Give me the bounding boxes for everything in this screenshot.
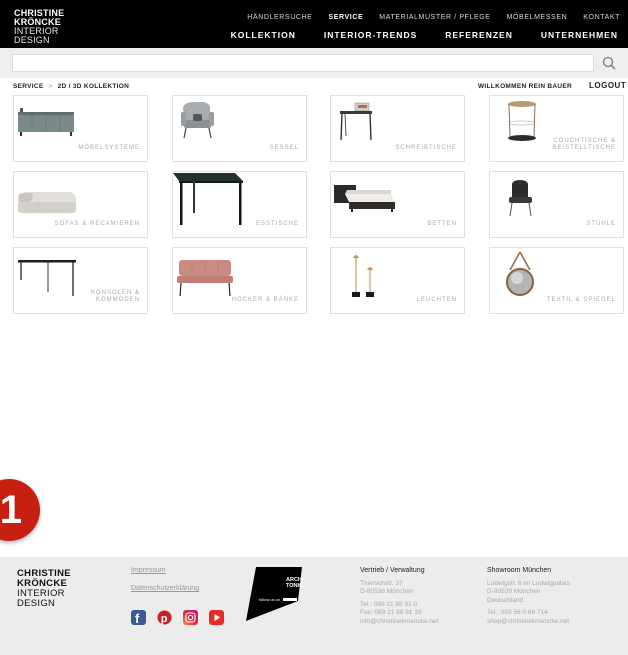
showroom-title: Showroom München xyxy=(487,567,552,574)
footer-links: Impressum Datenschutzerklärung xyxy=(131,567,199,603)
pinterest-icon[interactable]: p xyxy=(157,610,172,625)
tile-label: SCHREIBTISCHE xyxy=(395,145,457,151)
top-navigation: HÄNDLERSUCHE SERVICE MATERIALMUSTER / PF… xyxy=(247,14,620,21)
facebook-icon[interactable]: f xyxy=(131,610,146,626)
search-bar xyxy=(0,48,628,78)
side-table-icon xyxy=(508,101,536,141)
chair-icon xyxy=(509,180,532,217)
footer-showroom: Showroom München Ludwigstr. 6 im Ludwigp… xyxy=(487,567,570,627)
sideboard-icon xyxy=(18,108,74,136)
lamp-icon xyxy=(352,255,374,297)
welcome-text: WILLKOMMEN REIN BAUER xyxy=(478,83,573,90)
nav-item-kollektion[interactable]: KOLLEKTION xyxy=(231,30,296,40)
svg-text:p: p xyxy=(161,613,168,625)
vertrieb-fax: Fax: 089 21 88 91 19 xyxy=(360,609,422,617)
tile-label: MÖBELSYSTEME xyxy=(78,145,140,151)
category-tile-sessel[interactable]: SESSEL xyxy=(172,95,307,162)
armchair-icon xyxy=(181,102,214,139)
vertrieb-email[interactable]: info@christinekroencke.net xyxy=(360,618,439,627)
breadcrumb-separator: > xyxy=(48,83,53,90)
tile-label: COUCHTISCHE & BEISTELLTISCHE xyxy=(552,138,616,151)
bench-icon xyxy=(177,260,233,297)
nav-item-materialmuster[interactable]: MATERIALMUSTER / PFLEGE xyxy=(379,14,490,21)
archi-tonic-logo: ARCHI TONIC follow us on xyxy=(246,567,304,621)
breadcrumb: SERVICE > 2D / 3D KOLLEKTION xyxy=(13,83,129,90)
logo-line: DESIGN xyxy=(14,35,50,45)
svg-text:f: f xyxy=(135,611,140,625)
tile-label: TEXTIL & SPIEGEL xyxy=(546,297,616,303)
main-navigation: KOLLEKTION INTERIOR-TRENDS REFERENZEN UN… xyxy=(231,30,618,40)
desk-icon xyxy=(340,102,372,141)
showroom-city: D-80539 München xyxy=(487,588,541,596)
footer-vertrieb: Vertrieb / Verwaltung Thierschstr. 37 D-… xyxy=(360,567,439,627)
site-header: CHRISTINE KRÖNCKE INTERIOR DESIGN HÄNDLE… xyxy=(0,0,628,48)
search-button[interactable] xyxy=(598,54,622,72)
site-footer: CHRISTINE KRÖNCKE INTERIOR DESIGN Impres… xyxy=(0,557,628,655)
showroom-email[interactable]: shop@christinekroencke.net xyxy=(487,618,570,627)
vertrieb-title: Vertrieb / Verwaltung xyxy=(360,567,425,574)
nav-item-service[interactable]: SERVICE xyxy=(328,14,363,21)
tile-label: SESSEL xyxy=(269,145,299,151)
category-tile-stuehle[interactable]: STÜHLE xyxy=(489,171,624,238)
dining-table-icon xyxy=(173,173,243,225)
nav-item-unternehmen[interactable]: UNTERNEHMEN xyxy=(541,30,618,40)
tile-label: HOCKER & BÄNKE xyxy=(231,297,299,303)
tile-label: ESSTISCHE xyxy=(255,221,299,227)
category-tile-moebelsysteme[interactable]: MÖBELSYSTEME xyxy=(13,95,148,162)
nav-item-haendlersuche[interactable]: HÄNDLERSUCHE xyxy=(247,14,312,21)
footer-logo[interactable]: CHRISTINE KRÖNCKE INTERIOR DESIGN xyxy=(17,569,71,609)
category-tile-textil[interactable]: TEXTIL & SPIEGEL xyxy=(489,247,624,314)
console-icon xyxy=(18,260,76,296)
breadcrumb-item-service[interactable]: SERVICE xyxy=(13,83,44,90)
tile-label: KONSOLEN & KOMMODEN xyxy=(90,290,140,303)
bed-icon xyxy=(334,185,395,212)
vertrieb-phone[interactable]: Tel.: 089 21 88 91 0 xyxy=(360,601,439,610)
tile-label: SOFAS & RECAMIEREN xyxy=(54,221,140,227)
tile-label: STÜHLE xyxy=(586,221,616,227)
nav-item-referenzen[interactable]: REFERENZEN xyxy=(445,30,513,40)
nav-item-interior-trends[interactable]: INTERIOR-TRENDS xyxy=(324,30,417,40)
vertrieb-street: Thierschstr. 37 xyxy=(360,579,403,587)
brand-logo[interactable]: CHRISTINE KRÖNCKE INTERIOR DESIGN xyxy=(14,9,64,45)
vertrieb-city: D-80538 München xyxy=(360,588,414,596)
category-tile-esstische[interactable]: ESSTISCHE xyxy=(172,171,307,238)
category-tile-betten[interactable]: BETTEN xyxy=(330,171,465,238)
mirror-icon xyxy=(506,251,534,296)
tile-label: LEUCHTEN xyxy=(416,297,457,303)
category-tile-sofas[interactable]: SOFAS & RECAMIEREN xyxy=(13,171,148,238)
logo-line: DESIGN xyxy=(17,598,56,609)
instagram-icon[interactable] xyxy=(183,610,198,625)
showroom-phone[interactable]: Tel.: 089 66 0 66 714 xyxy=(487,609,570,618)
step-number-badge: 1 xyxy=(0,479,40,541)
showroom-street: Ludwigstr. 6 im Ludwigpalais xyxy=(487,579,570,587)
datenschutz-link[interactable]: Datenschutzerklärung xyxy=(131,585,199,592)
search-icon xyxy=(602,56,616,70)
logout-link[interactable]: LOGOUT xyxy=(589,81,626,90)
showroom-country: Deutschland xyxy=(487,596,524,604)
nav-item-kontakt[interactable]: KONTAKT xyxy=(583,14,620,21)
social-links: f p xyxy=(131,610,224,626)
category-tile-schreibtische[interactable]: SCHREIBTISCHE xyxy=(330,95,465,162)
category-tile-leuchten[interactable]: LEUCHTEN xyxy=(330,247,465,314)
youtube-icon[interactable] xyxy=(209,610,224,625)
nav-item-moebelmessen[interactable]: MÖBELMESSEN xyxy=(507,14,568,21)
breadcrumb-item-current: 2D / 3D KOLLEKTION xyxy=(57,83,130,90)
category-tile-konsolen[interactable]: KONSOLEN & KOMMODEN xyxy=(13,247,148,314)
archi-line2: TONIC xyxy=(286,583,303,589)
search-input[interactable] xyxy=(12,54,594,72)
sofa-icon xyxy=(18,192,76,213)
tile-label: BETTEN xyxy=(427,221,457,227)
category-tile-hocker[interactable]: HOCKER & BÄNKE xyxy=(172,247,307,314)
impressum-link[interactable]: Impressum xyxy=(131,567,199,574)
archi-tonic-badge[interactable]: ARCHI TONIC follow us on xyxy=(246,565,304,626)
category-tile-couchtische[interactable]: COUCHTISCHE & BEISTELLTISCHE xyxy=(489,95,624,162)
archi-follow: follow us on xyxy=(259,597,280,602)
